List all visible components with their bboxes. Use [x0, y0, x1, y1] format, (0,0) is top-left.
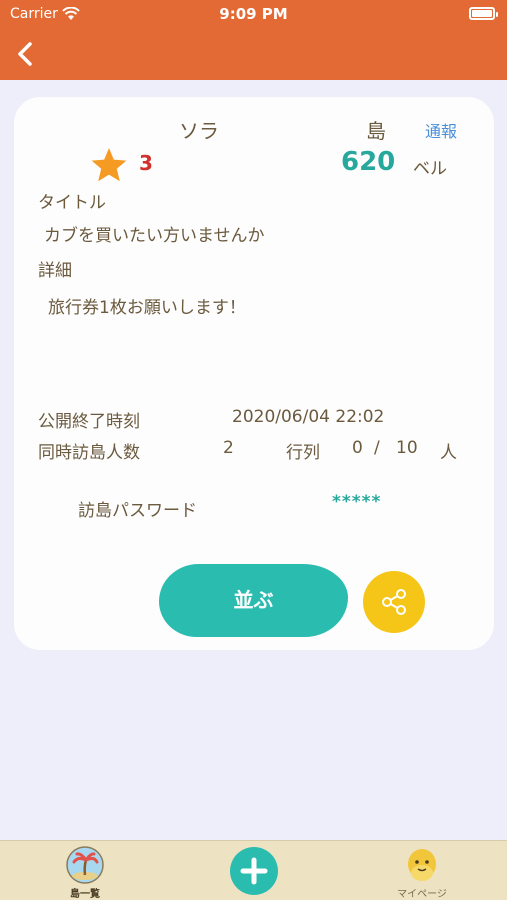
tab-island-list[interactable]: 島一覧 — [50, 841, 120, 900]
back-button[interactable] — [8, 36, 44, 72]
palm-island-icon — [66, 846, 104, 884]
owner-name: ソラ — [179, 119, 219, 143]
villager-face-icon — [408, 849, 436, 881]
queue-max: 10 — [396, 438, 418, 458]
tab-island-list-label: 島一覧 — [70, 889, 100, 900]
tab-mypage[interactable]: マイページ — [382, 841, 462, 900]
chevron-left-icon — [18, 42, 32, 66]
queue-current: 0 — [352, 438, 363, 458]
tab-bar: 島一覧 マイページ — [0, 840, 507, 900]
plus-icon — [230, 847, 278, 895]
tab-add[interactable] — [224, 841, 284, 900]
queue-separator: / — [374, 438, 380, 458]
star-icon — [90, 147, 128, 187]
rating-count: 3 — [139, 151, 153, 175]
status-bar: Carrier 9:09 PM — [0, 0, 507, 30]
navigation-bar — [0, 30, 507, 80]
detail-label: 詳細 — [38, 261, 72, 281]
end-time-value: 2020/06/04 22:02 — [232, 407, 385, 427]
detail-value: 旅行券1枚お願いします！ — [48, 298, 246, 318]
password-value: ***** — [332, 492, 382, 512]
password-label: 訪島パスワード — [78, 501, 197, 521]
visitors-label: 同時訪島人数 — [38, 443, 140, 463]
battery-icon — [469, 7, 498, 20]
status-time: 9:09 PM — [219, 5, 288, 23]
tab-mypage-label: マイページ — [397, 889, 447, 900]
share-button[interactable] — [363, 571, 425, 633]
report-link[interactable]: 通報 — [425, 118, 457, 142]
join-queue-button[interactable]: 並ぶ — [159, 564, 348, 637]
island-detail-card: ソラ 島 通報 3 620 ベル タイトル カブを買いたい方いませんか 詳細 旅… — [14, 97, 494, 650]
turnip-price: 620 — [341, 147, 396, 177]
island-name: 島 — [366, 119, 386, 143]
title-value: カブを買いたい方いませんか — [44, 226, 265, 246]
visitors-value: 2 — [223, 438, 234, 458]
end-time-label: 公開終了時刻 — [38, 412, 140, 432]
queue-label: 行列 — [286, 443, 320, 463]
title-label: タイトル — [38, 193, 106, 213]
price-unit: ベル — [413, 159, 447, 179]
share-icon — [382, 589, 406, 615]
queue-unit: 人 — [440, 443, 457, 463]
